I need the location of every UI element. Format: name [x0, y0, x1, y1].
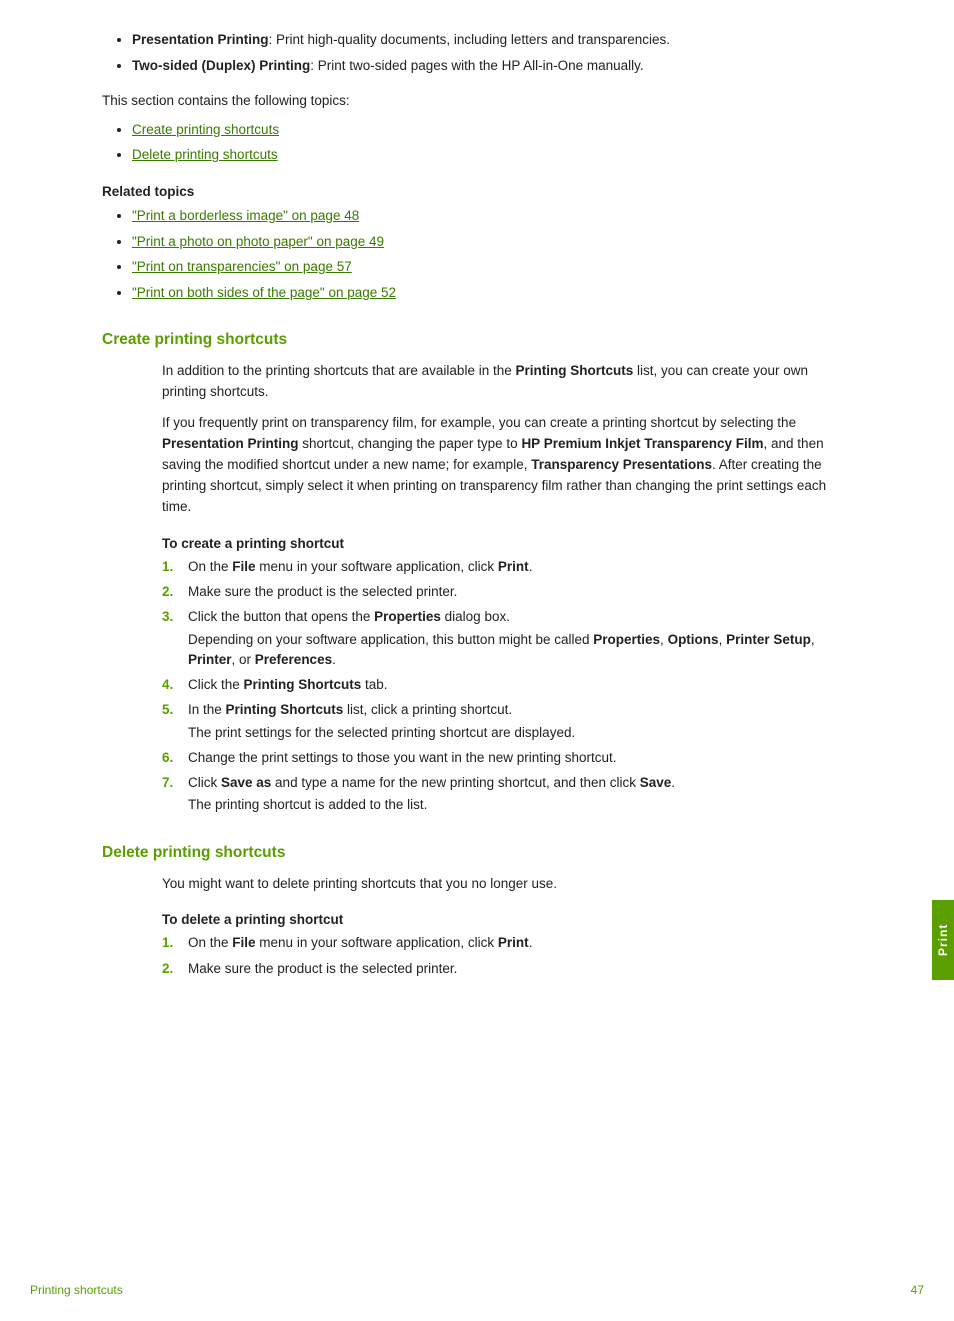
step-num-1-5: 5.	[162, 700, 184, 720]
topic-links: Create printing shortcuts Delete printin…	[102, 119, 852, 166]
bullet-twosided: Two-sided (Duplex) Printing: Print two-s…	[132, 56, 852, 76]
step-content-1-7: Click Save as and type a name for the ne…	[188, 773, 852, 816]
related-topics: Related topics "Print a borderless image…	[102, 184, 852, 303]
step-content-1-5: In the Printing Shortcuts list, click a …	[188, 700, 852, 743]
step-1-1: 1. On the File menu in your software app…	[162, 557, 852, 577]
bullet-label-1: Presentation Printing	[132, 32, 269, 47]
topic-link-delete[interactable]: Delete printing shortcuts	[132, 144, 852, 166]
step-1-6: 6. Change the print settings to those yo…	[162, 748, 852, 768]
sidebar-tab: Print	[932, 900, 954, 980]
page-footer: Printing shortcuts 47	[0, 1283, 954, 1297]
step-num-1-1: 1.	[162, 557, 184, 577]
step-1-7-sub: The printing shortcut is added to the li…	[188, 795, 852, 815]
section1-para1: In addition to the printing shortcuts th…	[162, 361, 852, 403]
related-topics-label: Related topics	[102, 184, 852, 199]
step-num-1-3: 3.	[162, 607, 184, 627]
section2-heading: Delete printing shortcuts	[102, 844, 852, 862]
footer-right: 47	[911, 1283, 924, 1297]
top-bullet-list: Presentation Printing: Print high-qualit…	[102, 30, 852, 77]
step-num-2-2: 2.	[162, 959, 184, 979]
related-link-2[interactable]: "Print a photo on photo paper" on page 4…	[132, 231, 852, 253]
section2-sub-heading: To delete a printing shortcut	[162, 912, 852, 927]
page-content: Presentation Printing: Print high-qualit…	[42, 0, 912, 1047]
step-num-2-1: 1.	[162, 933, 184, 953]
step-2-2: 2. Make sure the product is the selected…	[162, 959, 852, 979]
step-content-1-1: On the File menu in your software applic…	[188, 557, 852, 577]
section2-para1: You might want to delete printing shortc…	[162, 874, 852, 895]
related-topics-list: "Print a borderless image" on page 48 "P…	[102, 205, 852, 303]
section2-steps: 1. On the File menu in your software app…	[162, 933, 852, 979]
step-content-2-2: Make sure the product is the selected pr…	[188, 959, 852, 979]
create-shortcuts-link[interactable]: Create printing shortcuts	[132, 122, 279, 137]
intro-text: This section contains the following topi…	[102, 91, 852, 111]
step-num-1-4: 4.	[162, 675, 184, 695]
step-content-1-6: Change the print settings to those you w…	[188, 748, 852, 768]
step-content-1-4: Click the Printing Shortcuts tab.	[188, 675, 852, 695]
section1-heading: Create printing shortcuts	[102, 331, 852, 349]
related-link-bothsides[interactable]: "Print on both sides of the page" on pag…	[132, 285, 396, 300]
bullet-label-2: Two-sided (Duplex) Printing	[132, 58, 310, 73]
bullet-presentation: Presentation Printing: Print high-qualit…	[132, 30, 852, 50]
step-1-4: 4. Click the Printing Shortcuts tab.	[162, 675, 852, 695]
step-num-1-6: 6.	[162, 748, 184, 768]
step-1-5: 5. In the Printing Shortcuts list, click…	[162, 700, 852, 743]
related-link-3[interactable]: "Print on transparencies" on page 57	[132, 256, 852, 278]
related-link-transparencies[interactable]: "Print on transparencies" on page 57	[132, 259, 352, 274]
section1-para2: If you frequently print on transparency …	[162, 413, 852, 518]
step-num-1-2: 2.	[162, 582, 184, 602]
step-content-2-1: On the File menu in your software applic…	[188, 933, 852, 953]
step-1-2: 2. Make sure the product is the selected…	[162, 582, 852, 602]
related-link-4[interactable]: "Print on both sides of the page" on pag…	[132, 282, 852, 304]
related-link-borderless[interactable]: "Print a borderless image" on page 48	[132, 208, 359, 223]
step-num-1-7: 7.	[162, 773, 184, 793]
step-1-7: 7. Click Save as and type a name for the…	[162, 773, 852, 816]
section-delete: Delete printing shortcuts You might want…	[102, 844, 852, 979]
step-1-3: 3. Click the button that opens the Prope…	[162, 607, 852, 670]
bullet-text-2: : Print two-sided pages with the HP All-…	[310, 58, 643, 73]
delete-shortcuts-link[interactable]: Delete printing shortcuts	[132, 147, 278, 162]
step-1-3-sub: Depending on your software application, …	[188, 630, 852, 671]
section1-sub-heading: To create a printing shortcut	[162, 536, 852, 551]
step-content-1-3: Click the button that opens the Properti…	[188, 607, 852, 670]
topic-link-create[interactable]: Create printing shortcuts	[132, 119, 852, 141]
related-link-1[interactable]: "Print a borderless image" on page 48	[132, 205, 852, 227]
section-create: Create printing shortcuts In addition to…	[102, 331, 852, 815]
related-link-photo[interactable]: "Print a photo on photo paper" on page 4…	[132, 234, 384, 249]
footer-left: Printing shortcuts	[30, 1283, 123, 1297]
step-2-1: 1. On the File menu in your software app…	[162, 933, 852, 953]
step-1-5-sub: The print settings for the selected prin…	[188, 723, 852, 743]
step-content-1-2: Make sure the product is the selected pr…	[188, 582, 852, 602]
section1-steps: 1. On the File menu in your software app…	[162, 557, 852, 816]
bullet-text-1: : Print high-quality documents, includin…	[269, 32, 670, 47]
